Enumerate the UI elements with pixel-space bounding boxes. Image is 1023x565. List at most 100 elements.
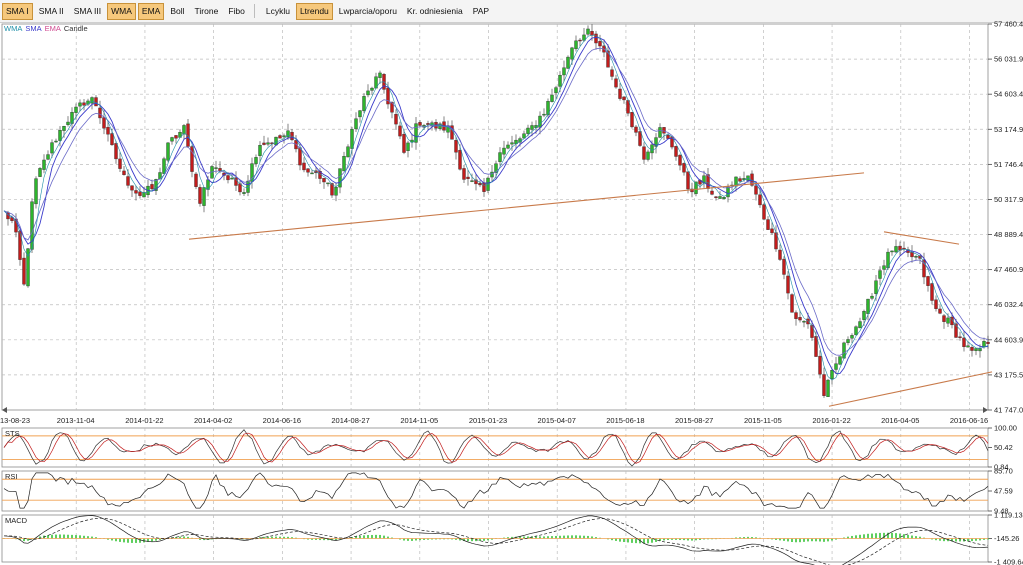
candle-down (926, 276, 930, 286)
candle-up (350, 129, 354, 149)
macd-bar (899, 533, 901, 539)
macd-bar (67, 534, 69, 539)
candle-up (726, 186, 730, 198)
macd-bar (791, 538, 793, 542)
legend-item-ema: EMA (44, 24, 61, 33)
candle-up (70, 112, 74, 124)
candle-up (214, 167, 218, 169)
candle-down (818, 355, 822, 375)
candle-up (830, 370, 834, 379)
candle-up (826, 379, 830, 397)
macd-bar (131, 538, 133, 543)
candle-down (22, 257, 26, 285)
panel-label: RSI (5, 472, 18, 481)
candle-down (738, 178, 742, 182)
candle-up (246, 180, 250, 193)
candle-down (118, 158, 122, 169)
candle-down (418, 122, 422, 126)
macd-bar (467, 538, 469, 542)
macd-bar (575, 535, 577, 539)
candle-down (130, 185, 134, 191)
candle-up (526, 127, 530, 134)
panel-label: STS (5, 429, 20, 438)
y-tick-label: 85.70 (994, 467, 1013, 476)
candle-up (46, 154, 50, 160)
candle-down (302, 162, 306, 171)
candle-down (618, 88, 622, 99)
y-tick-label: 48 889.46 (994, 230, 1023, 239)
y-tick-label: 46 032.48 (994, 300, 1023, 309)
macd-bar (83, 535, 85, 539)
candle-up (658, 127, 662, 138)
candle-up (38, 168, 42, 177)
macd-bar (823, 538, 825, 542)
macd-bar (135, 538, 137, 543)
candle-up (166, 142, 170, 161)
candle-down (298, 147, 302, 166)
x-tick-label: 2016-01-22 (812, 416, 850, 425)
candle-down (226, 175, 230, 181)
candle-up (646, 151, 650, 160)
candle-down (198, 187, 202, 204)
rsi-panel (1, 470, 989, 512)
candle-up (574, 40, 578, 50)
candle-up (230, 177, 234, 180)
candle-down (942, 315, 946, 322)
candle-up (354, 118, 358, 130)
x-tick-label: 13-08-23 (0, 416, 30, 425)
candle-up (266, 142, 270, 145)
y-tick-label: 54 603.42 (994, 90, 1023, 99)
macd-bar (115, 538, 117, 542)
candle-up (326, 182, 330, 185)
y-tick-label: 57 460.4 (994, 20, 1023, 29)
macd-bar (867, 533, 869, 539)
candle-down (598, 41, 602, 47)
candle-down (466, 176, 470, 179)
candle-down (98, 107, 102, 119)
candle-up (66, 121, 70, 125)
candle-down (398, 125, 402, 137)
macd-bar (55, 534, 57, 539)
candle-up (914, 256, 918, 258)
candle-up (858, 321, 862, 329)
macd-bar (903, 534, 905, 539)
macd-bar (383, 535, 385, 539)
legend-item-wma: WMA (4, 24, 23, 33)
y-tick-label: 41 747.01 (994, 406, 1023, 415)
candle-up (882, 265, 886, 270)
candle-up (802, 320, 806, 323)
macd-bar (955, 538, 957, 542)
macd-bar (807, 538, 809, 542)
candle-up (874, 280, 878, 294)
candle-up (202, 187, 206, 206)
candle-up (550, 94, 554, 102)
candle-up (722, 197, 726, 200)
candle-up (366, 90, 370, 96)
candle-up (258, 145, 262, 156)
legend-item-candle: Candle (63, 24, 88, 33)
macd-bar (583, 535, 585, 539)
candle-down (786, 275, 790, 294)
candle-down (714, 196, 718, 198)
candle-up (542, 113, 546, 116)
candle-down (578, 39, 582, 42)
candle-down (686, 171, 690, 190)
candle-up (890, 250, 894, 253)
candle-down (458, 150, 462, 170)
x-tick-label: 2015-01-23 (469, 416, 507, 425)
candle-down (934, 299, 938, 309)
candle-up (370, 87, 374, 91)
y-tick-label: 47.59 (994, 487, 1013, 496)
candle-up (170, 137, 174, 142)
macd-bar (119, 538, 121, 542)
candle-down (962, 337, 966, 348)
macd-bar (859, 534, 861, 539)
candle-up (62, 126, 66, 131)
macd-bar (123, 538, 125, 543)
y-tick-label: 53 174.93 (994, 125, 1023, 134)
macd-bar (811, 538, 813, 542)
candle-down (114, 143, 118, 160)
candle-down (770, 228, 774, 234)
candle-up (554, 87, 558, 94)
macd-bar (379, 534, 381, 539)
